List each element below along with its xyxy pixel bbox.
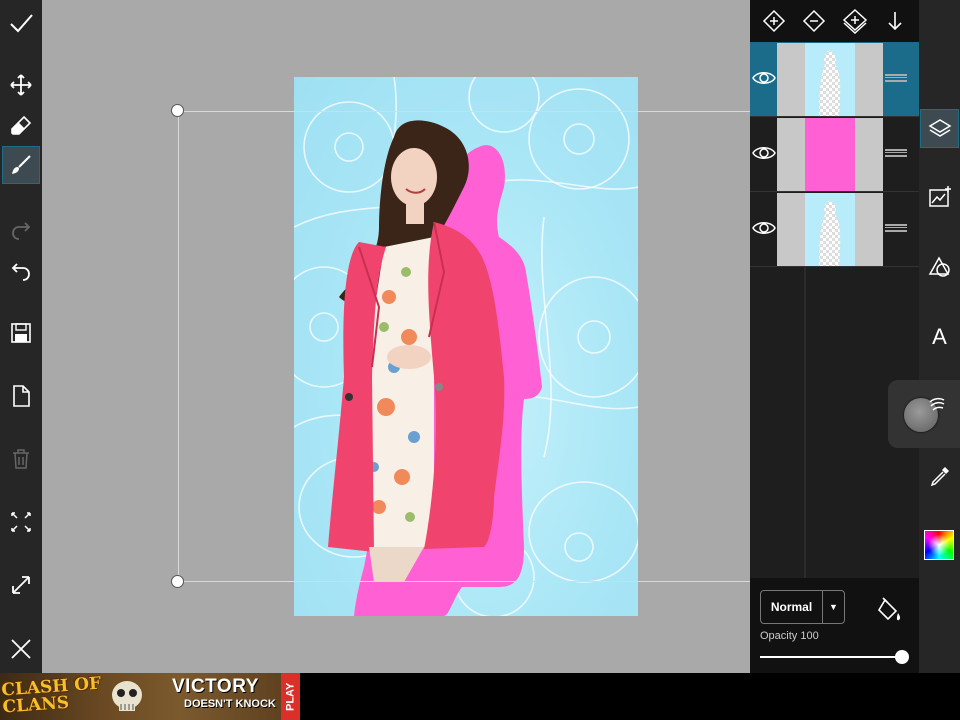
ad-banner[interactable]: CLASH OF CLANS VICTORY DOESN'T KNOCK PLA… bbox=[0, 673, 300, 720]
layer-row-3[interactable] bbox=[750, 192, 919, 267]
left-toolbar bbox=[0, 0, 42, 673]
dropdown-arrow-icon: ▼ bbox=[822, 591, 844, 623]
move-icon bbox=[10, 74, 32, 96]
layers-icon bbox=[928, 118, 951, 137]
image-adjust-icon bbox=[928, 185, 951, 207]
add-layer-icon bbox=[763, 9, 786, 33]
shapes-icon bbox=[928, 255, 950, 277]
text-tool-icon: A bbox=[932, 323, 947, 349]
ad-play-button[interactable]: PLAY bbox=[281, 673, 300, 720]
eye-icon[interactable] bbox=[752, 66, 776, 90]
merge-layer-icon bbox=[842, 8, 867, 34]
brush-icon bbox=[12, 155, 31, 174]
brush-tool-button[interactable] bbox=[2, 146, 40, 184]
layers-button[interactable] bbox=[920, 109, 959, 148]
layer-drag-handle[interactable] bbox=[885, 74, 907, 82]
layer-row-2[interactable] bbox=[750, 117, 919, 192]
move-layer-down-button[interactable] bbox=[878, 4, 912, 38]
brush-settings-icon bbox=[929, 397, 945, 411]
eraser-tool-button[interactable] bbox=[2, 107, 40, 145]
layer-drag-handle[interactable] bbox=[885, 224, 907, 232]
layers-toolbar bbox=[750, 0, 919, 42]
layer-thumbnail bbox=[777, 118, 883, 191]
eye-icon[interactable] bbox=[752, 141, 776, 165]
remove-layer-button[interactable] bbox=[797, 4, 831, 38]
skeleton-icon bbox=[112, 681, 142, 711]
paint-bucket-icon[interactable] bbox=[876, 596, 904, 624]
right-toolbar: A bbox=[919, 0, 960, 673]
resize-icon bbox=[12, 576, 30, 594]
layer-row-1[interactable] bbox=[750, 42, 919, 117]
confirm-icon bbox=[10, 14, 33, 33]
layer-thumbnail bbox=[777, 43, 883, 116]
shapes-button[interactable] bbox=[920, 247, 959, 286]
save-button[interactable] bbox=[2, 314, 40, 352]
redo-button[interactable] bbox=[2, 211, 40, 249]
new-file-button[interactable] bbox=[2, 377, 40, 415]
undo-button[interactable] bbox=[2, 252, 40, 290]
layer-drag-handle[interactable] bbox=[885, 149, 907, 157]
close-button[interactable] bbox=[2, 630, 40, 668]
add-layer-button[interactable] bbox=[757, 4, 791, 38]
canvas-area[interactable] bbox=[42, 0, 750, 673]
undo-icon bbox=[11, 263, 30, 281]
ad-headline: VICTORY bbox=[172, 676, 259, 697]
remove-layer-icon bbox=[803, 9, 826, 33]
confirm-button[interactable] bbox=[2, 4, 40, 42]
merge-layer-button[interactable] bbox=[838, 4, 872, 38]
eyedropper-icon bbox=[930, 466, 949, 486]
eyedropper-button[interactable] bbox=[920, 456, 959, 495]
opacity-slider-track[interactable] bbox=[760, 656, 902, 658]
move-tool-button[interactable] bbox=[2, 66, 40, 104]
brush-settings-button[interactable] bbox=[888, 380, 960, 448]
redo-icon bbox=[12, 222, 31, 240]
canvas-image[interactable] bbox=[294, 77, 638, 616]
woman-figure bbox=[328, 120, 505, 582]
eraser-icon bbox=[11, 115, 32, 135]
blend-mode-select[interactable]: Normal ▼ bbox=[760, 590, 845, 624]
ad-brand-logo: CLASH OF CLANS bbox=[0, 673, 102, 718]
opacity-label: Opacity 100 bbox=[760, 630, 819, 642]
transform-handle-top-left[interactable] bbox=[171, 104, 184, 117]
move-down-icon bbox=[888, 12, 902, 31]
fit-screen-icon bbox=[11, 512, 31, 532]
blend-panel: Normal ▼ Opacity 100 bbox=[750, 578, 919, 673]
eye-icon[interactable] bbox=[752, 216, 776, 240]
delete-button[interactable] bbox=[2, 440, 40, 478]
resize-button[interactable] bbox=[2, 566, 40, 604]
image-adjust-button[interactable] bbox=[920, 177, 959, 216]
layers-panel bbox=[750, 0, 919, 578]
bottom-bar bbox=[300, 673, 960, 720]
save-icon bbox=[11, 323, 31, 343]
text-tool-button[interactable]: A bbox=[920, 317, 959, 356]
ad-subline: DOESN'T KNOCK bbox=[184, 698, 276, 710]
layer-thumbnail bbox=[777, 193, 883, 266]
fit-screen-button[interactable] bbox=[2, 503, 40, 541]
trash-icon bbox=[13, 449, 29, 469]
new-file-icon bbox=[13, 385, 30, 407]
blend-mode-label: Normal bbox=[770, 600, 813, 614]
photo-editor-app: Normal ▼ Opacity 100 A CLASH OF CLANS VI… bbox=[0, 0, 960, 720]
opacity-slider-knob[interactable] bbox=[895, 650, 909, 664]
color-picker-icon[interactable] bbox=[924, 530, 954, 560]
layers-divider bbox=[804, 267, 806, 578]
close-icon bbox=[11, 639, 31, 659]
transform-handle-bottom-left[interactable] bbox=[171, 575, 184, 588]
